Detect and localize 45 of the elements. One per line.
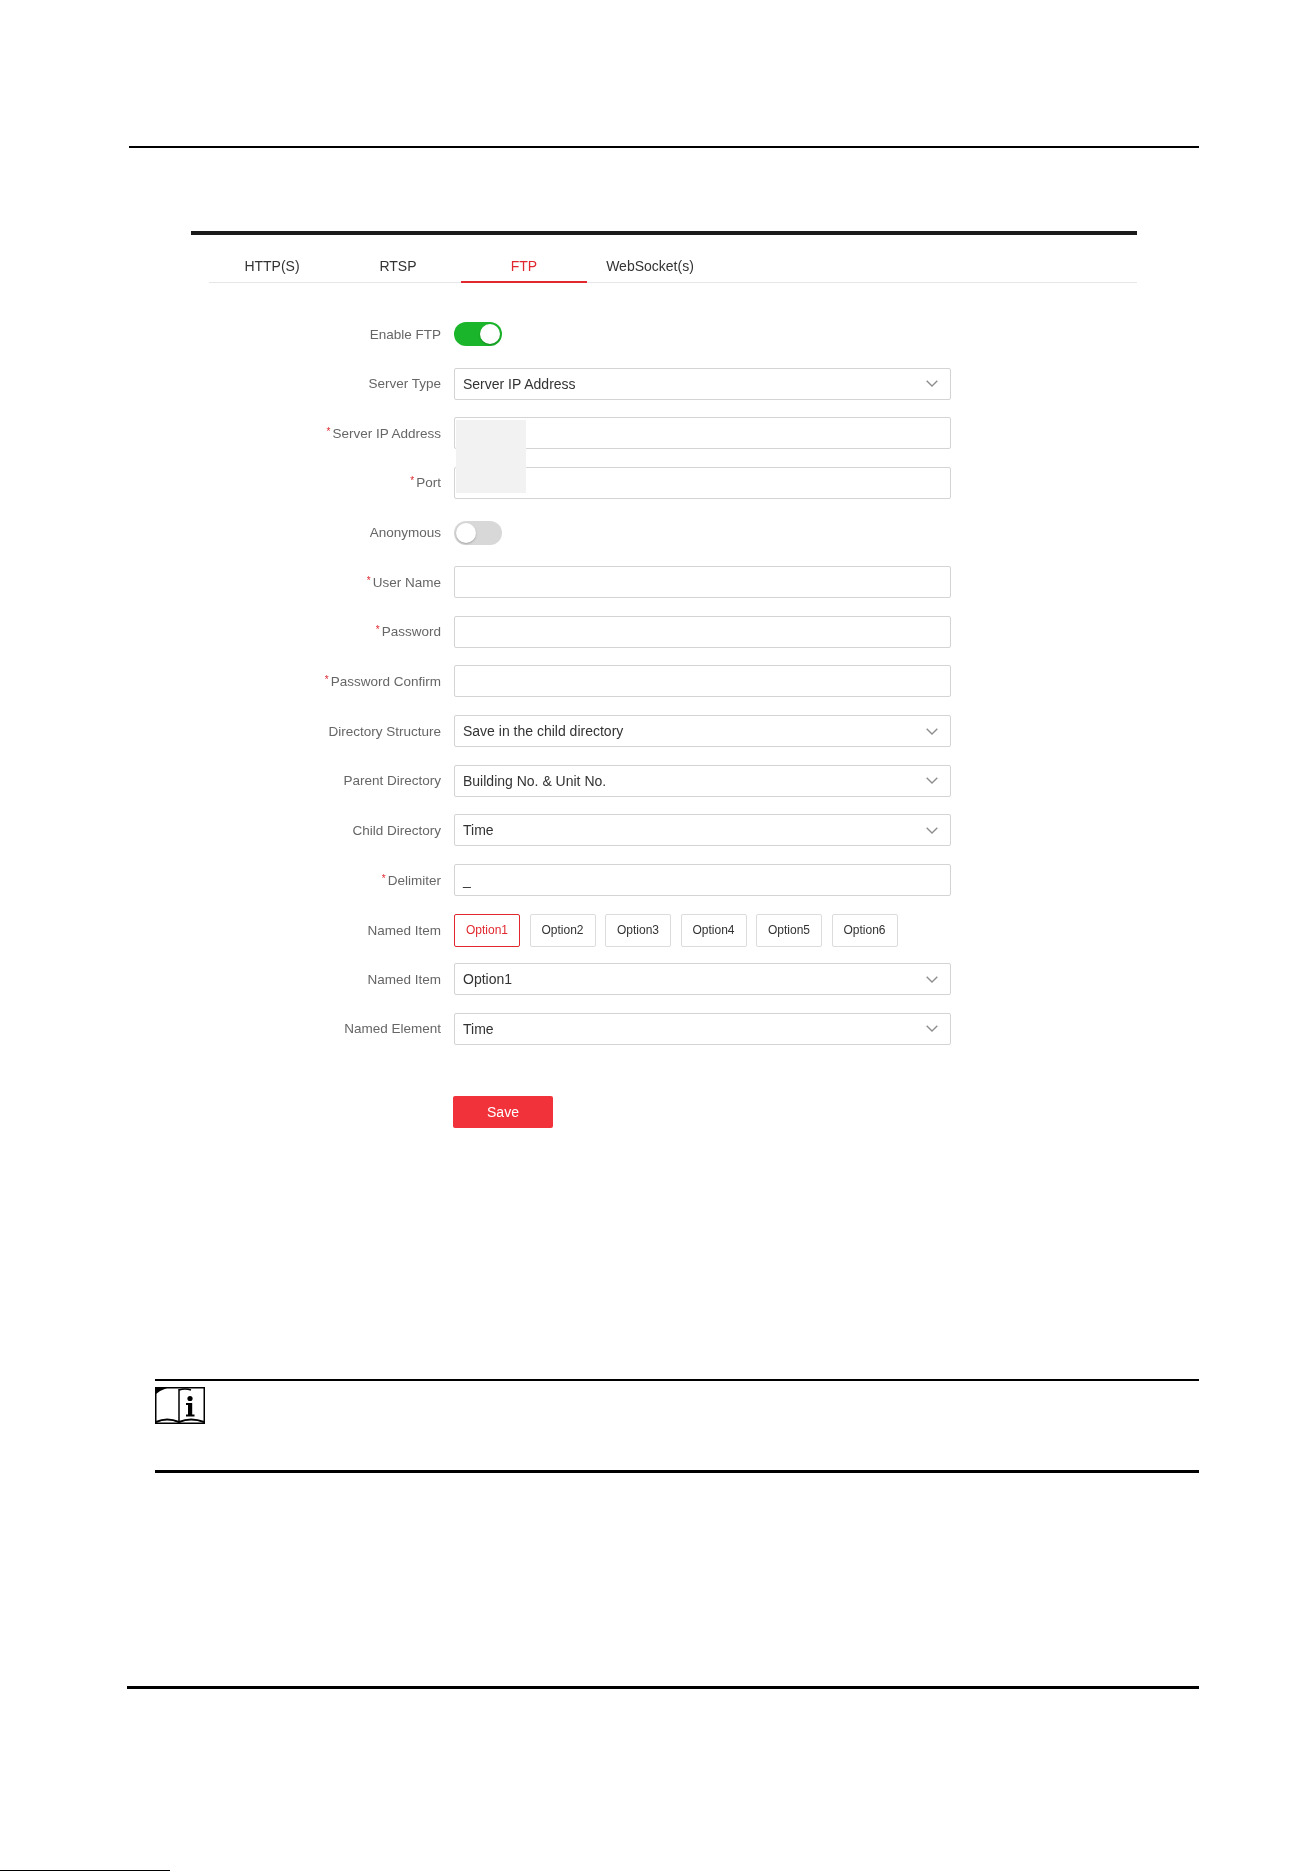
option-button[interactable]: Option6 xyxy=(831,913,898,947)
option-button[interactable]: Option2 xyxy=(529,913,596,947)
tab[interactable]: WebSocket(s) xyxy=(587,235,713,283)
field-label: $^{*}$Password Confirm xyxy=(324,674,441,689)
input-field[interactable]: _ xyxy=(454,864,951,897)
tab[interactable]: RTSP xyxy=(335,235,461,283)
input-field[interactable] xyxy=(454,615,951,648)
field-label: Named Element xyxy=(344,1021,441,1037)
option-button[interactable]: Option5 xyxy=(756,913,822,947)
chevron-down-icon xyxy=(926,777,938,785)
field-label: Named Item xyxy=(367,971,441,987)
field-label: Child Directory xyxy=(352,822,441,838)
field-label: $^{*}$User Name xyxy=(366,574,441,590)
field-label: $^{*}$Password xyxy=(375,624,441,640)
toggle-switch[interactable] xyxy=(454,520,502,545)
option-button[interactable]: Option4 xyxy=(680,913,747,947)
chevron-down-icon xyxy=(926,826,938,834)
tab[interactable]: FTP xyxy=(461,235,587,283)
field-label: Named Item xyxy=(367,922,441,938)
field-label: Anonymous xyxy=(369,525,441,541)
field-label: Directory Structure xyxy=(328,723,441,739)
tab[interactable]: HTTP(S) xyxy=(209,235,335,283)
field-label: Server Type xyxy=(368,376,441,392)
field-label: Parent Directory xyxy=(343,773,441,789)
field-label: $^{*}$Delimiter xyxy=(381,872,441,888)
input-field[interactable] xyxy=(454,566,951,599)
dropdown-field[interactable]: Time xyxy=(454,814,951,847)
option-button[interactable]: Option3 xyxy=(605,913,671,947)
dropdown-field[interactable]: Option1 xyxy=(454,963,951,996)
dropdown-field[interactable]: Building No. & Unit No. xyxy=(454,764,951,797)
dropdown-field[interactable]: Server IP Address xyxy=(454,367,951,400)
chevron-down-icon xyxy=(926,975,938,983)
field-label: $^{*}$Server IP Address xyxy=(326,425,441,441)
book-info-icon xyxy=(155,1386,205,1424)
chevron-down-icon xyxy=(926,1025,938,1033)
dropdown-field[interactable]: Save in the child directory xyxy=(454,715,951,748)
dropdown-field[interactable]: Time xyxy=(454,1012,951,1045)
chevron-down-icon xyxy=(926,727,938,735)
toggle-switch[interactable] xyxy=(454,322,502,346)
chevron-down-icon xyxy=(926,380,938,388)
save-button[interactable]: Save xyxy=(453,1095,553,1128)
field-label: Enable FTP xyxy=(369,326,441,342)
input-field[interactable] xyxy=(454,665,951,698)
option-button[interactable]: Option1 xyxy=(454,913,520,947)
field-label: $^{*}$Port xyxy=(410,475,441,491)
